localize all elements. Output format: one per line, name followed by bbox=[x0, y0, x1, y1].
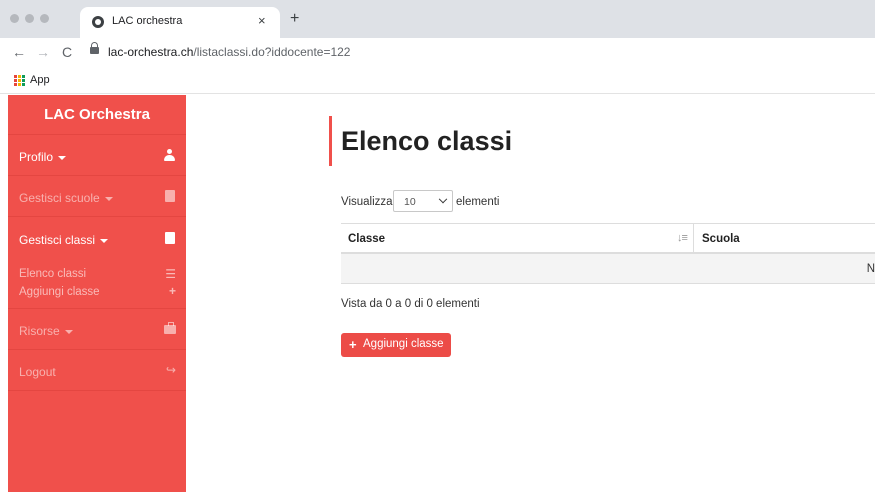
table-row: N bbox=[341, 254, 875, 284]
back-button[interactable]: ← bbox=[12, 44, 26, 60]
page-length-value: 10 bbox=[404, 196, 416, 208]
page-length-select[interactable]: 10 bbox=[393, 190, 453, 212]
tab-title: LAC orchestra bbox=[112, 15, 183, 27]
column-header-classe[interactable]: Classe bbox=[348, 233, 385, 245]
tab-close-button[interactable]: × bbox=[258, 13, 266, 28]
address-bar[interactable]: lac-orchestra.ch/listaclassi.do?iddocent… bbox=[90, 42, 875, 64]
sidebar-item-label: Gestisci classi bbox=[19, 233, 96, 247]
apps-grid-icon[interactable] bbox=[14, 75, 25, 86]
caret-down-icon bbox=[64, 329, 73, 334]
title-accent-bar bbox=[329, 116, 332, 166]
window-minimize-dot[interactable] bbox=[25, 14, 34, 23]
browser-toolbar: ← → C lac-orchestra.ch/listaclassi.do?id… bbox=[0, 38, 875, 68]
lock-icon bbox=[90, 42, 99, 54]
sidebar-item-logout[interactable]: Logout ↪ bbox=[8, 350, 186, 391]
list-icon: ☰ bbox=[165, 267, 176, 281]
plus-icon: + bbox=[349, 337, 357, 352]
sidebar-item-gestisci-classi[interactable]: Gestisci classi Elenco classi ☰ Aggiungi… bbox=[8, 217, 186, 309]
column-header-scuola[interactable]: Scuola bbox=[702, 233, 740, 245]
caret-down-icon bbox=[100, 238, 109, 243]
length-prefix: Visualizza bbox=[341, 196, 393, 208]
caret-down-icon bbox=[104, 196, 113, 201]
empty-table-message: N bbox=[866, 263, 875, 275]
sidebar-item-label: Risorse bbox=[19, 324, 60, 338]
window-close-dot[interactable] bbox=[10, 14, 19, 23]
bookmarks-bar: App bbox=[0, 68, 875, 94]
book-icon bbox=[165, 190, 175, 202]
book-icon bbox=[165, 232, 175, 244]
caret-down-icon bbox=[58, 155, 67, 160]
reload-button[interactable]: C bbox=[62, 44, 72, 60]
sidebar-item-label: Gestisci scuole bbox=[19, 191, 100, 205]
sidebar-subitem-aggiungi-classe[interactable]: Aggiungi classe bbox=[19, 286, 100, 298]
chevron-down-icon bbox=[438, 194, 448, 204]
browser-tab-bar: LAC orchestra × + bbox=[0, 0, 875, 38]
sidebar: LAC Orchestra Profilo Gestisci scuole Ge… bbox=[8, 95, 186, 492]
length-suffix: elementi bbox=[456, 196, 500, 208]
sidebar-brand[interactable]: LAC Orchestra bbox=[8, 95, 186, 135]
add-class-label: Aggiungi classe bbox=[363, 338, 444, 350]
page-title: Elenco classi bbox=[341, 126, 513, 156]
user-icon bbox=[164, 149, 175, 161]
bookmark-apps[interactable]: App bbox=[30, 74, 50, 86]
sort-icon[interactable]: ↓≡ bbox=[677, 232, 688, 244]
sidebar-item-gestisci-scuole[interactable]: Gestisci scuole bbox=[8, 176, 186, 217]
sidebar-subitem-elenco-classi[interactable]: Elenco classi bbox=[19, 268, 86, 280]
window-maximize-dot[interactable] bbox=[40, 14, 49, 23]
column-divider bbox=[693, 224, 694, 253]
add-class-button[interactable]: + Aggiungi classe bbox=[341, 333, 451, 357]
sidebar-item-risorse[interactable]: Risorse bbox=[8, 309, 186, 350]
sidebar-item-label: Logout bbox=[19, 365, 56, 379]
plus-icon: + bbox=[168, 284, 176, 298]
url-text: lac-orchestra.ch/listaclassi.do?iddocent… bbox=[108, 45, 351, 59]
globe-icon bbox=[92, 16, 104, 28]
logout-icon: ↪ bbox=[165, 363, 176, 377]
briefcase-icon bbox=[164, 322, 176, 334]
table-header: Classe ↓≡ Scuola bbox=[341, 223, 875, 254]
forward-button[interactable]: → bbox=[36, 44, 50, 60]
table-info: Vista da 0 a 0 di 0 elementi bbox=[341, 298, 480, 310]
new-tab-button[interactable]: + bbox=[290, 11, 299, 27]
sidebar-item-label: Profilo bbox=[19, 150, 54, 164]
browser-tab[interactable]: LAC orchestra × bbox=[80, 7, 280, 38]
sidebar-item-profilo[interactable]: Profilo bbox=[8, 135, 186, 176]
